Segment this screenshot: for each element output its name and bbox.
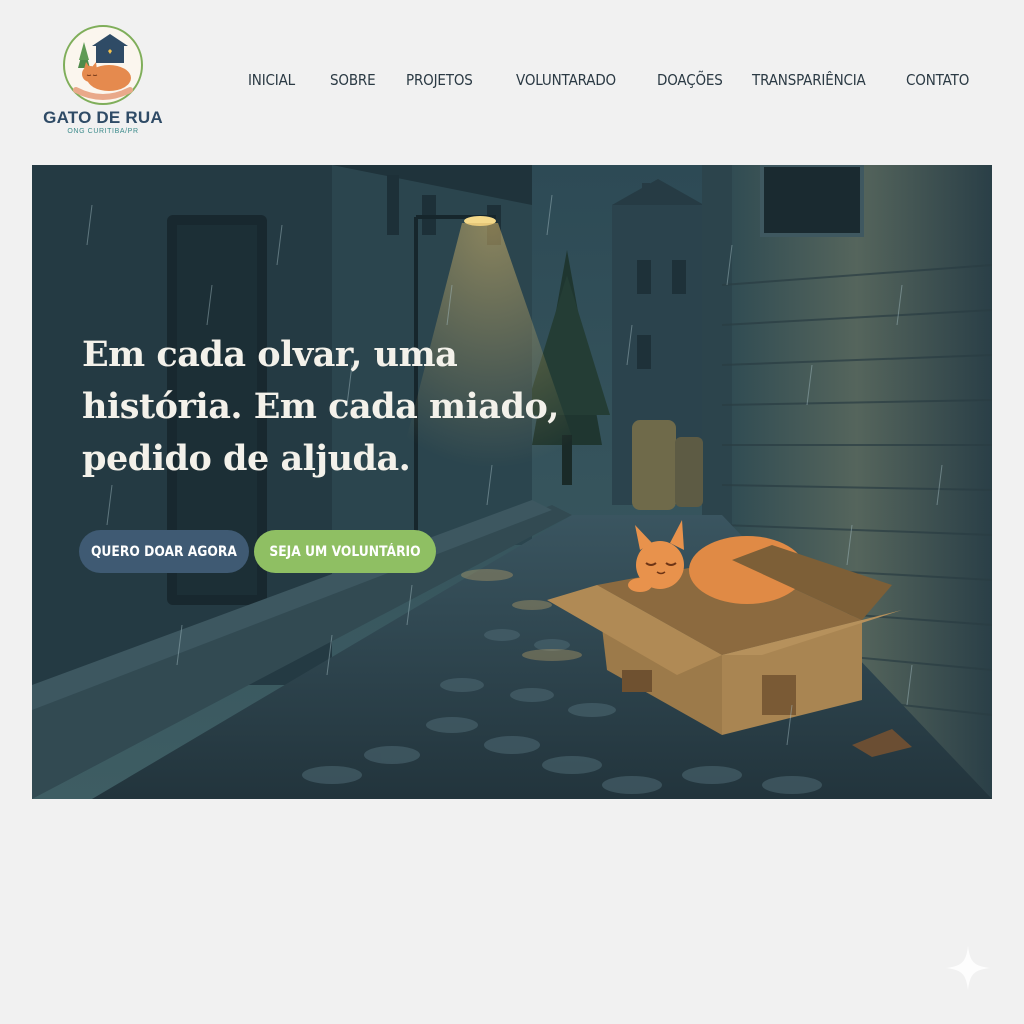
brand-tagline: ONG CURITIBA/PR — [67, 128, 139, 135]
nav-item-projetos[interactable]: PROJETOS — [406, 71, 473, 89]
sparkle-icon — [946, 946, 990, 990]
brand-name: GATO DE RUA — [43, 108, 163, 127]
nav-item-contato[interactable]: CONTATO — [906, 71, 969, 89]
hero-headline-line-1: Em cada olvar, uma — [82, 334, 458, 375]
nav-item-doacoes[interactable]: DOAÇÕES — [657, 71, 723, 89]
cat-house-logo-icon — [63, 25, 143, 105]
hero-banner: Em cada olvar, uma história. Em cada mia… — [32, 165, 992, 799]
brand-logo[interactable]: GATO DE RUA ONG CURITIBA/PR — [40, 24, 166, 144]
nav-item-sobre[interactable]: SOBRE — [330, 71, 376, 89]
hero-headline-line-2: história. Em cada miado, — [82, 386, 559, 427]
nav-item-transparencia[interactable]: TRANSPARIÊNCIA — [752, 71, 866, 89]
hero-headline-line-3: pedido de aljuda. — [82, 438, 411, 479]
nav-item-inicial[interactable]: INICIAL — [248, 71, 295, 89]
donate-now-button[interactable]: QUERO DOAR AGORA — [79, 530, 249, 573]
nav-item-voluntarado[interactable]: VOLUNTARADO — [516, 71, 616, 89]
hero-headline: Em cada olvar, uma história. Em cada mia… — [82, 329, 642, 485]
donate-now-button-label: QUERO DOAR AGORA — [91, 543, 237, 560]
volunteer-button[interactable]: SEJA UM VOLUNTÁRIO — [254, 530, 436, 573]
page: GATO DE RUA ONG CURITIBA/PR INICIAL SOBR… — [0, 0, 1024, 1024]
volunteer-button-label: SEJA UM VOLUNTÁRIO — [269, 543, 421, 560]
